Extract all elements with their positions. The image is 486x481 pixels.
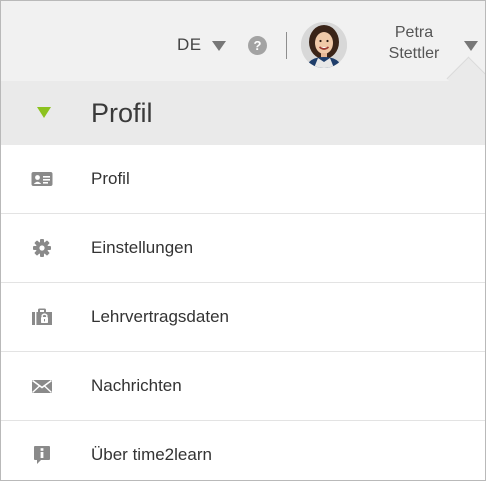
info-bubble-icon	[31, 445, 53, 465]
user-menu-caret-icon[interactable]	[464, 41, 478, 51]
envelope-icon	[31, 376, 53, 396]
menu-item-nachrichten[interactable]: Nachrichten	[1, 352, 485, 421]
menu-item-profil[interactable]: Profil	[1, 145, 485, 214]
menu-item-lehrvertragsdaten[interactable]: Lehrvertragsdaten	[1, 283, 485, 352]
language-selector[interactable]: DE	[177, 35, 202, 55]
menu-item-label: Einstellungen	[91, 238, 194, 257]
menu-item-label: Lehrvertragsdaten	[91, 307, 229, 326]
section-header[interactable]: Profil	[1, 81, 485, 145]
menu-item-label: Nachrichten	[91, 376, 182, 395]
section-title: Profil	[91, 98, 153, 128]
gear-icon	[31, 238, 53, 258]
help-icon[interactable]: ?	[248, 36, 267, 55]
collapse-caret-icon[interactable]	[37, 107, 51, 118]
top-bar: DE ? Petra Stettler	[1, 1, 485, 101]
menu-item-label: Profil	[91, 169, 130, 188]
id-card-icon	[31, 169, 53, 189]
user-last-name: Stettler	[388, 45, 440, 62]
menu-item-label: Über time2learn	[91, 445, 212, 464]
profile-menu-panel: DE ? Petra Stettler Profil Profil Einste…	[0, 0, 486, 481]
menu-item-ueber-time2learn[interactable]: Über time2learn	[1, 421, 485, 480]
language-dropdown-caret-icon[interactable]	[212, 41, 226, 51]
user-name[interactable]: Petra Stettler	[374, 22, 454, 64]
user-first-name: Petra	[394, 24, 434, 41]
menu-item-einstellungen[interactable]: Einstellungen	[1, 214, 485, 283]
briefcase-lock-icon	[31, 307, 53, 327]
profile-menu: Profil Einstellungen Lehrvertragsdaten N…	[1, 145, 485, 480]
avatar[interactable]	[301, 22, 347, 68]
divider	[286, 32, 287, 59]
